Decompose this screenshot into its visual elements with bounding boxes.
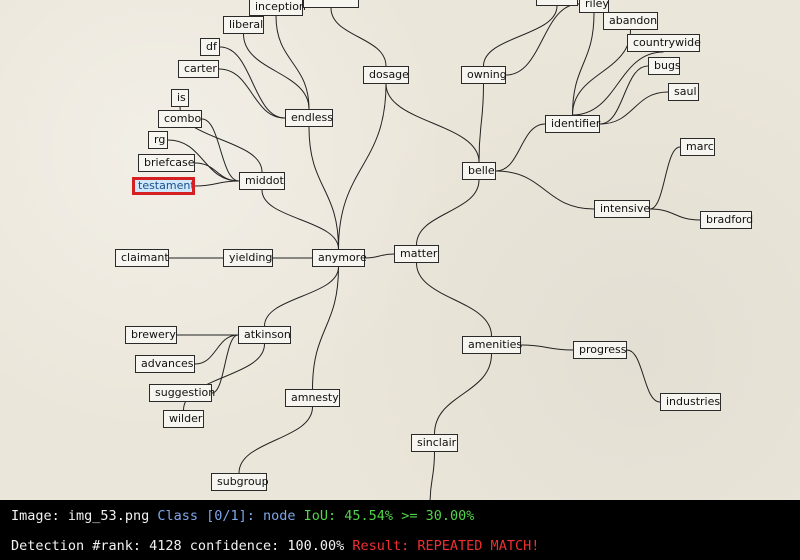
edge-belle-dosage — [385, 83, 480, 163]
node-rg[interactable]: rg — [148, 131, 168, 149]
edge-owning-top-right-clip — [483, 5, 558, 67]
detection-overlay: Image: img_53.png Class [0/1]: node IoU:… — [0, 500, 800, 560]
edge-anymore-endless — [308, 126, 339, 250]
node-identifier[interactable]: identifier — [545, 115, 600, 133]
edge-endless-inception — [275, 15, 310, 110]
edge-dosage-top-clip — [330, 7, 387, 67]
iou-text: IoU: 45.54% >= 30.00% — [303, 508, 475, 524]
edge-anymore-middot — [261, 189, 339, 250]
node-progress[interactable]: progress — [573, 341, 627, 359]
detection-text: Detection #rank: 4128 confidence: 100.00… — [11, 538, 345, 554]
edge-identifier-abandon — [572, 29, 631, 116]
node-top-right-clip[interactable] — [536, 0, 578, 6]
edge-endless-liberal — [243, 33, 310, 110]
node-top-clip[interactable] — [303, 0, 359, 8]
edge-middot-testament — [194, 180, 240, 187]
edge-matter-amenities — [416, 262, 492, 337]
edge-amenities-sinclair — [434, 353, 492, 435]
node-claimant[interactable]: claimant — [115, 249, 169, 267]
edge-belle-intensive — [495, 170, 595, 210]
node-liberal[interactable]: liberal — [223, 16, 264, 34]
node-testament[interactable]: testament — [132, 177, 195, 195]
node-yielding[interactable]: yielding — [223, 249, 273, 267]
node-owning[interactable]: owning — [461, 66, 507, 84]
node-wilder[interactable]: wilder — [163, 410, 204, 428]
node-belle[interactable]: belle — [462, 162, 496, 180]
edge-intensive-marc — [649, 146, 681, 210]
detection-info-line: Detection #rank: 4128 confidence: 100.00… — [11, 538, 539, 554]
edge-owning-riley — [505, 3, 580, 76]
node-industries[interactable]: industries — [660, 393, 721, 411]
node-sinclair[interactable]: sinclair — [411, 434, 458, 452]
node-bugs[interactable]: bugs — [648, 57, 681, 75]
edge-anymore-dosage — [338, 83, 387, 250]
image-label: Image: — [11, 508, 60, 524]
node-dosage[interactable]: dosage — [363, 66, 409, 84]
node-middot[interactable]: middot — [239, 172, 285, 190]
node-marc[interactable]: marc — [680, 138, 715, 156]
image-filename: img_53.png — [67, 508, 150, 524]
edge-middot-combo — [201, 118, 240, 182]
result-text: Result: REPEATED MATCH! — [352, 538, 540, 554]
node-abandon[interactable]: abandon — [603, 12, 658, 30]
node-subgroup[interactable]: subgroup — [211, 473, 269, 491]
edge-amnesty-subgroup — [238, 406, 313, 474]
node-countrywide[interactable]: countrywide — [627, 34, 701, 52]
node-anymore[interactable]: anymore — [312, 249, 367, 267]
node-is[interactable]: is — [171, 89, 189, 107]
edge-atkinson-suggestion — [211, 334, 239, 394]
edge-matter-anymore — [364, 253, 395, 259]
node-bradford[interactable]: bradford — [700, 211, 753, 229]
edge-belle-identifier — [495, 123, 546, 172]
node-briefcase[interactable]: briefcase — [138, 154, 195, 172]
node-matter[interactable]: matter — [394, 245, 439, 263]
edge-matter-belle — [416, 179, 480, 246]
edge-intensive-bradford — [649, 208, 701, 221]
edge-endless-carter — [218, 68, 286, 119]
node-advances[interactable]: advances — [135, 355, 195, 373]
graph-canvas: inception liberal df carter endless is combo rg… — [0, 0, 800, 500]
node-intensive[interactable]: intensive — [594, 200, 650, 218]
edge-anymore-atkinson — [264, 266, 339, 327]
node-suggestion[interactable]: suggestion — [149, 384, 215, 402]
edge-sinclair-bottom-clip — [429, 451, 435, 500]
edge-belle-owning — [478, 83, 484, 163]
node-amenities[interactable]: amenities — [462, 336, 522, 354]
node-inception[interactable]: inception — [249, 0, 306, 16]
edge-endless-df — [219, 46, 286, 119]
node-atkinson[interactable]: atkinson — [238, 326, 291, 344]
node-carter[interactable]: carter — [178, 60, 219, 78]
node-brewery[interactable]: brewery — [125, 326, 177, 344]
edge-atkinson-advances — [194, 334, 239, 365]
node-combo[interactable]: combo — [158, 110, 202, 128]
edge-progress-industries — [626, 349, 661, 403]
edge-amenities-progress — [520, 344, 574, 351]
node-df[interactable]: df — [200, 38, 220, 56]
node-saul[interactable]: saul — [668, 83, 699, 101]
class-text: Class [0/1]: node — [157, 508, 296, 524]
image-info-line: Image: img_53.png Class [0/1]: node IoU:… — [11, 508, 474, 524]
node-amnesty[interactable]: amnesty — [285, 389, 340, 407]
node-endless[interactable]: endless — [285, 109, 333, 127]
